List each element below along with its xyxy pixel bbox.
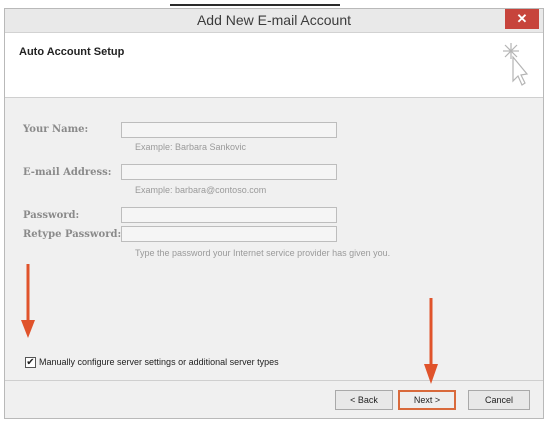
title-bar: Add New E-mail Account ✕ [5,9,543,33]
back-button[interactable]: < Back [335,390,393,410]
dialog-window: Add New E-mail Account ✕ Auto Account Se… [4,8,544,419]
wizard-cursor-icon [503,43,529,86]
annotation-arrow-next [424,298,438,384]
email-example: Example: barbara@contoso.com [135,185,267,195]
background-window-strip [0,0,548,8]
manual-config-checkbox[interactable]: ✔ [25,357,36,368]
window-title: Add New E-mail Account [196,12,352,28]
close-button[interactable]: ✕ [505,9,539,29]
email-field[interactable] [121,164,337,180]
wizard-header: Auto Account Setup [5,33,543,98]
name-field[interactable] [121,122,337,138]
annotation-arrow-checkbox [21,264,35,338]
retype-password-label: Retype Password: [23,229,122,240]
close-icon: ✕ [516,11,528,26]
name-example: Example: Barbara Sankovic [135,142,247,152]
checkmark-icon: ✔ [26,357,35,368]
retype-password-field[interactable] [121,226,337,242]
background-window-edge [170,0,340,6]
email-label: E-mail Address: [23,167,112,178]
manual-config-label[interactable]: Manually configure server settings or ad… [39,357,279,367]
password-hint: Type the password your Internet service … [135,248,391,258]
password-label: Password: [23,210,80,221]
next-button[interactable]: Next > [398,390,456,410]
cancel-button[interactable]: Cancel [468,390,530,410]
button-bar: < Back Next > Cancel [5,380,543,419]
name-label: Your Name: [23,124,89,135]
page-heading: Auto Account Setup [19,46,125,58]
password-field[interactable] [121,207,337,223]
account-form: Your Name: Example: Barbara Sankovic E-m… [5,98,543,380]
